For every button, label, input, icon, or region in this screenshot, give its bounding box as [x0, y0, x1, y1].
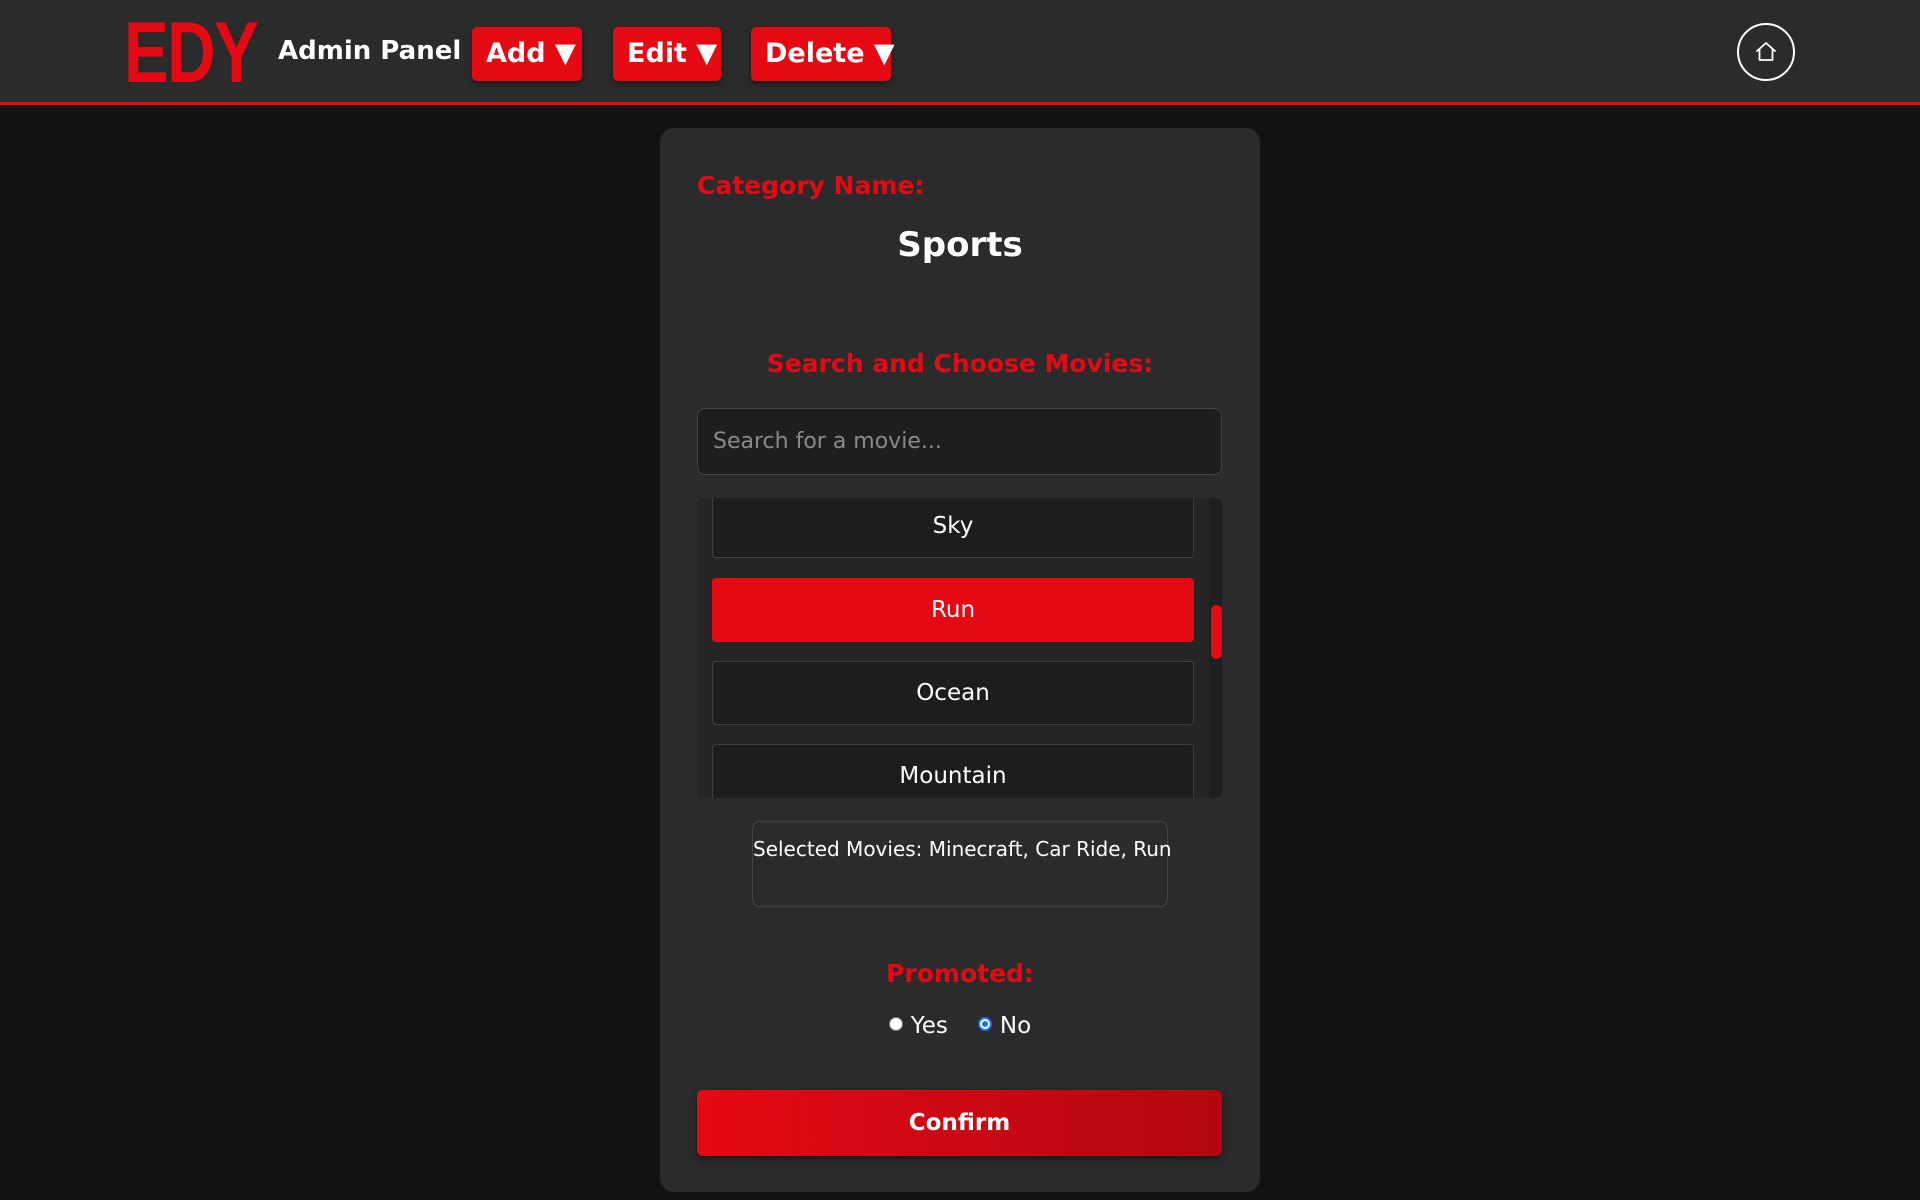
movie-search-input[interactable] [697, 408, 1222, 475]
confirm-button[interactable]: Confirm [697, 1090, 1222, 1156]
add-menu-button[interactable]: Add ▼ [472, 27, 582, 81]
promoted-label: Promoted: [886, 959, 1034, 988]
promoted-no-label[interactable]: No [1000, 1013, 1031, 1039]
scrollbar-thumb[interactable] [1211, 605, 1222, 659]
logo[interactable]: EDY [124, 10, 259, 96]
home-button[interactable] [1737, 23, 1795, 81]
edit-category-card: Category Name: Sports Search and Choose … [660, 128, 1260, 1192]
delete-menu-button[interactable]: Delete ▼ [751, 27, 895, 81]
top-navbar: EDY Admin Panel Add ▼ Edit ▼ Delete ▼ [0, 0, 1920, 105]
admin-panel-title: Admin Panel [278, 36, 462, 66]
promoted-radio-group: Yes No [660, 1013, 1260, 1039]
promoted-yes-label[interactable]: Yes [911, 1013, 948, 1039]
promoted-yes-radio[interactable] [888, 1017, 903, 1031]
movie-item-mountain[interactable]: Mountain [712, 744, 1194, 798]
movie-item-run[interactable]: Run [712, 578, 1194, 642]
movie-list[interactable]: Sky Run Ocean Mountain [697, 498, 1222, 798]
selected-movies-box: Selected Movies: Minecraft, Car Ride, Ru… [752, 821, 1172, 907]
home-icon [1756, 42, 1776, 61]
movie-list-scrollbar[interactable] [1209, 498, 1222, 798]
promoted-no-radio[interactable] [977, 1017, 992, 1031]
promoted-yes-option[interactable]: Yes [888, 1013, 948, 1039]
category-name-label: Category Name: [697, 171, 925, 200]
search-movies-label: Search and Choose Movies: [766, 349, 1154, 378]
category-name-value: Sports [897, 225, 1023, 265]
movie-item-sky[interactable]: Sky [712, 498, 1194, 558]
movie-item-ocean[interactable]: Ocean [712, 661, 1194, 725]
promoted-no-option[interactable]: No [977, 1013, 1031, 1039]
edit-menu-button[interactable]: Edit ▼ [613, 27, 721, 81]
